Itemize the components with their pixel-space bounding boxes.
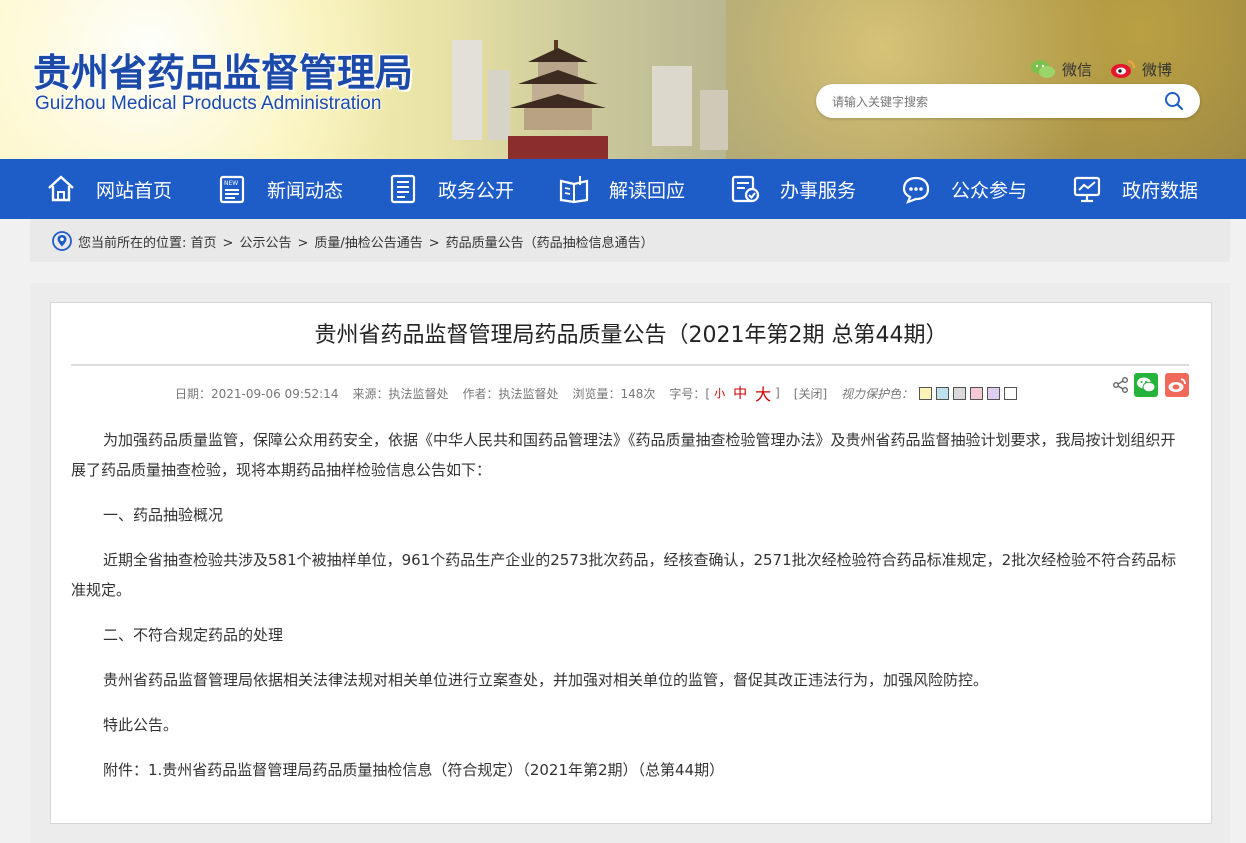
font-size-small[interactable]: 小 [714, 385, 725, 401]
header-building [700, 90, 728, 150]
breadcrumb-link-announcements[interactable]: 公示公告 [239, 236, 291, 251]
nav-item-news[interactable]: NEW 新闻动态 [215, 159, 343, 219]
article-paragraph: 近期全省抽查检验共涉及581个被抽样单位，961个药品生产企业的2573批次药品… [71, 551, 1177, 599]
main-nav: 网站首页 NEW 新闻动态 政务公开 解读回应 办事服务 公众参与 政府数据 [0, 159, 1246, 219]
font-size-large[interactable]: 大 [755, 381, 771, 405]
home-icon [48, 175, 74, 202]
title-divider [71, 364, 1189, 366]
header-building [652, 66, 692, 146]
weibo-link[interactable]: 微博 [1110, 58, 1172, 80]
nav-item-interpretation[interactable]: 解读回应 [557, 159, 685, 219]
site-logo-chinese[interactable]: 贵州省药品监督管理局 [33, 42, 413, 97]
font-size-close-bracket: ] [775, 386, 780, 400]
breadcrumb-link-drug-quality[interactable]: 药品质量公告（药品抽检信息通告） [446, 236, 654, 251]
weibo-label: 微博 [1142, 60, 1173, 79]
chat-icon [902, 176, 930, 204]
nav-label: 新闻动态 [267, 179, 344, 202]
pagoda-illustration [508, 40, 608, 159]
font-size-label: 字号：[ [669, 386, 711, 401]
eye-color-swatch-gray[interactable] [953, 386, 967, 400]
eye-color-swatch-yellow[interactable] [919, 386, 933, 400]
nav-label: 解读回应 [609, 179, 686, 202]
close-link[interactable]: [关闭] [794, 385, 827, 402]
article-meta: 日期：2021-09-06 09:52:14 来源：执法监督处 作者：执法监督处… [175, 381, 1021, 405]
article-title: 贵州省药品监督管理局药品质量公告（2021年第2期 总第44期） [314, 323, 948, 348]
nav-item-services[interactable]: 办事服务 [728, 159, 856, 219]
share-icon [1113, 377, 1128, 393]
breadcrumb-separator: > [428, 236, 440, 251]
news-icon: NEW [219, 175, 245, 204]
share-wechat-button[interactable] [1134, 373, 1158, 397]
article-section-heading: 一、药品抽验概况 [103, 506, 224, 524]
article-panel: 贵州省药品监督管理局药品质量公告（2021年第2期 总第44期） 日期：2021… [50, 302, 1212, 824]
eye-color-swatch-blue[interactable] [936, 386, 950, 400]
chart-icon [1073, 176, 1101, 203]
article-author: 作者：执法监督处 [462, 386, 559, 401]
weibo-icon [1168, 378, 1186, 392]
eye-color-swatch-purple[interactable] [987, 386, 1001, 400]
nav-label: 政务公开 [438, 179, 515, 202]
eye-color-swatch-white[interactable] [1004, 386, 1018, 400]
breadcrumb-trail: 您当前所在的位置: 首页 > 公示公告 > 质量/抽检公告通告 > 药品质量公告（药品抽检信… [78, 232, 654, 251]
breadcrumb-link-home[interactable]: 首页 [191, 236, 217, 251]
nav-label: 网站首页 [96, 179, 173, 202]
wechat-label: 微信 [1062, 60, 1093, 79]
article-date: 日期：2021-09-06 09:52:14 [175, 386, 339, 401]
eye-color-swatch-pink[interactable] [970, 386, 984, 400]
nav-item-public-participation[interactable]: 公众参与 [899, 159, 1027, 219]
breadcrumb: 您当前所在的位置: 首页 > 公示公告 > 质量/抽检公告通告 > 药品质量公告（药品抽检信… [30, 219, 1230, 262]
article-paragraph: 贵州省药品监督管理局依据相关法律法规对相关单位进行立案查处，并加强对相关单位的监… [103, 671, 989, 689]
nav-label: 政府数据 [1122, 179, 1199, 202]
wechat-icon [1031, 60, 1055, 78]
nav-label: 办事服务 [780, 179, 857, 202]
article-section-heading: 二、不符合规定药品的处理 [103, 626, 284, 644]
nav-item-government-affairs[interactable]: 政务公开 [386, 159, 514, 219]
service-icon [731, 175, 760, 203]
nav-item-government-data[interactable]: 政府数据 [1070, 159, 1198, 219]
breadcrumb-prefix: 您当前所在的位置: [78, 236, 187, 251]
svg-text:NEW: NEW [224, 180, 238, 187]
attachment-link[interactable]: 附件：1.贵州省药品监督管理局药品质量抽检信息（符合规定）（2021年第2期）（… [71, 755, 1189, 785]
share-button[interactable] [1109, 373, 1133, 397]
share-weibo-button[interactable] [1165, 373, 1189, 397]
nav-item-home[interactable]: 网站首页 [44, 159, 172, 219]
wechat-icon [1137, 377, 1156, 393]
search-input[interactable] [830, 84, 1154, 120]
article-views: 浏览量：148次 [572, 386, 656, 401]
location-pin-icon [52, 231, 72, 251]
nav-label: 公众参与 [951, 179, 1028, 202]
eye-protection-label: 视力保护色： [841, 386, 914, 401]
article-body: 为加强药品质量监管，保障公众用药安全，依据《中华人民共和国药品管理法》《药品质量… [71, 425, 1189, 800]
breadcrumb-link-quality-notices[interactable]: 质量/抽检公告通告 [314, 236, 422, 251]
article-paragraph: 特此公告。 [103, 716, 179, 734]
article-paragraph: 为加强药品质量监管，保障公众用药安全，依据《中华人民共和国药品管理法》《药品质量… [71, 431, 1176, 479]
document-icon [390, 174, 416, 204]
font-size-medium[interactable]: 中 [733, 383, 747, 403]
breadcrumb-separator: > [297, 236, 309, 251]
header-building [488, 70, 510, 140]
site-header: 贵州省药品监督管理局 Guizhou Medical Products Admi… [0, 0, 1246, 159]
book-icon [559, 176, 589, 204]
header-building [452, 40, 482, 140]
article-source: 来源：执法监督处 [352, 386, 449, 401]
breadcrumb-separator: > [222, 236, 234, 251]
weibo-icon [1111, 60, 1135, 78]
search-icon[interactable] [1164, 91, 1184, 111]
search-box [816, 84, 1200, 120]
wechat-link[interactable]: 微信 [1030, 58, 1092, 80]
site-logo-english[interactable]: Guizhou Medical Products Administration [35, 93, 381, 115]
